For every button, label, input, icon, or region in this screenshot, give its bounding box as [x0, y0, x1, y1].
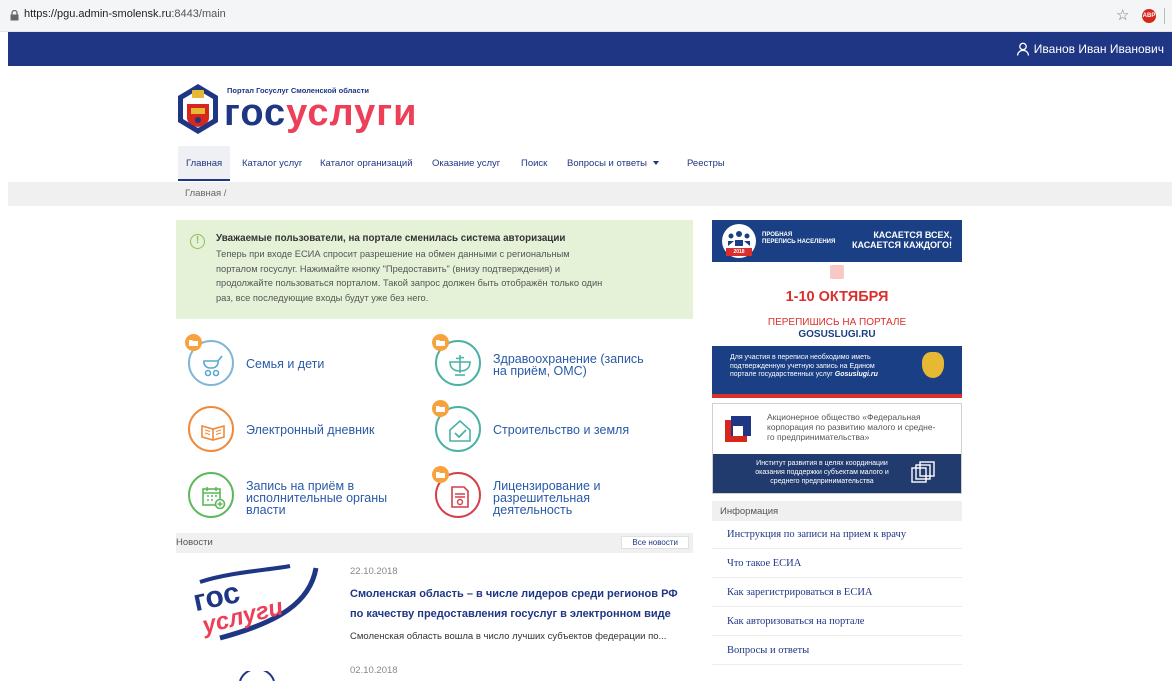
info-icon: !	[190, 234, 205, 249]
msp-subtitle: Институт развития в целях координации ока…	[755, 460, 889, 485]
folder-badge-icon	[432, 466, 449, 483]
category-label: Запись на приём в исполнительные органы вл…	[246, 479, 388, 517]
all-news-button[interactable]: Все новости	[621, 536, 689, 549]
breadcrumb-home[interactable]: Главная /	[185, 188, 226, 199]
nav-services-catalog[interactable]: Каталог услуг	[242, 146, 302, 181]
msp-title: Акционерное общество «Федеральная корпора…	[767, 412, 936, 442]
coat-of-arms-icon	[922, 352, 944, 378]
user-name: Иванов Иван Иванович	[1033, 42, 1164, 56]
census-logo-icon: 2018	[722, 224, 756, 258]
info-link-register-esia[interactable]: Как зарегистрироваться в ЕСИА	[712, 579, 962, 607]
census-banner-footer: Для участия в переписи необходимо иметь …	[712, 346, 962, 398]
category-construction[interactable]: Строительство и земля	[432, 398, 675, 454]
census-note: Для участия в переписи необходимо иметь …	[730, 354, 878, 378]
news-date: 22.10.2018	[350, 566, 398, 577]
nav-registries[interactable]: Реестры	[687, 146, 725, 181]
news-title-link[interactable]: Смоленская область – в числе лидеров сре…	[350, 584, 690, 624]
folder-badge-icon	[432, 334, 449, 351]
folder-badge-icon	[432, 400, 449, 417]
info-link-authorize[interactable]: Как авторизоваться на портале	[712, 608, 962, 636]
info-link-faq[interactable]: Вопросы и ответы	[712, 637, 962, 665]
msp-corporation-banner[interactable]: Акционерное общество «Федеральная корпора…	[712, 403, 962, 494]
browser-address-bar: https://pgu.admin-smolensk.ru:8443/main …	[0, 0, 1172, 32]
info-heading: Информация	[720, 506, 779, 517]
census-portal: GOSUSLUGI.RU	[798, 329, 876, 340]
adblock-extension-icon[interactable]: ABP	[1142, 9, 1156, 23]
site-logo[interactable]: Портал Госуслуг Смоленской области госус…	[174, 80, 424, 140]
category-appointment[interactable]: Запись на приём в исполнительные органы вл…	[188, 464, 428, 520]
category-healthcare[interactable]: Здравоохранение (запись на приём, ОМС)	[432, 332, 675, 388]
category-licensing[interactable]: Лицензирование и разрешительная деятельнос…	[432, 464, 675, 520]
category-label: Лицензирование и разрешительная деятельнос…	[493, 479, 601, 517]
census-banner-header: 2018 ПРОБНАЯ ПЕРЕПИСЬ НАСЕЛЕНИЯ КАСАЕТСЯ …	[712, 220, 962, 262]
census-banner[interactable]: 2018 ПРОБНАЯ ПЕРЕПИСЬ НАСЕЛЕНИЯ КАСАЕТСЯ …	[712, 220, 962, 398]
user-menu[interactable]: Иванов Иван Иванович	[1016, 32, 1164, 66]
folder-badge-icon	[185, 334, 202, 351]
nav-organizations-catalog[interactable]: Каталог организаций	[320, 146, 413, 181]
news-image[interactable]	[238, 667, 276, 682]
nav-service-delivery[interactable]: Оказание услуг	[432, 146, 500, 181]
category-e-diary[interactable]: Электронный дневник	[188, 398, 418, 454]
toolbar-divider	[1164, 8, 1165, 24]
news-lead: Смоленская область вошла в число лучших …	[350, 631, 667, 642]
category-label: Строительство и земля	[493, 423, 630, 437]
auth-notice: ! Уважаемые пользователи, на портале сме…	[176, 220, 693, 319]
census-prompt: ПЕРЕПИШИСЬ НА ПОРТАЛЕ	[767, 317, 907, 328]
nav-faq[interactable]: Вопросы и ответы	[567, 146, 660, 181]
smolensk-emblem-icon	[178, 84, 218, 134]
notice-title: Уважаемые пользователи, на портале смени…	[216, 233, 566, 244]
category-label: Семья и дети	[246, 357, 325, 371]
notice-text: Теперь при входе ЕСИА спросит разрешение…	[216, 249, 603, 303]
census-dates: 1-10 ОКТЯБРЯ	[785, 289, 889, 305]
info-link-what-is-esia[interactable]: Что такое ЕСИА	[712, 550, 962, 578]
chevron-down-icon	[653, 161, 660, 166]
calendar-add-icon	[188, 472, 234, 518]
user-icon	[1016, 42, 1029, 56]
news-header: Новости Все новости	[176, 533, 693, 553]
book-icon	[188, 406, 234, 452]
msp-logo-icon	[725, 416, 751, 442]
category-label: Электронный дневник	[246, 423, 375, 437]
breadcrumb: Главная /	[8, 182, 1172, 206]
news-heading: Новости	[176, 537, 213, 548]
nav-search[interactable]: Поиск	[521, 146, 547, 181]
census-title: ПРОБНАЯ ПЕРЕПИСЬ НАСЕЛЕНИЯ	[762, 232, 836, 245]
info-link-doctor-appointment[interactable]: Инструкция по записи на прием к врачу	[712, 521, 962, 549]
main-nav: Главная Каталог услуг Каталог организаци…	[8, 146, 1172, 181]
news-date: 02.10.2018	[350, 665, 398, 676]
layers-icon	[911, 461, 935, 483]
bookmark-star-icon[interactable]: ☆	[1116, 6, 1129, 24]
nav-home[interactable]: Главная	[178, 146, 231, 181]
lock-icon	[10, 10, 19, 21]
category-family[interactable]: Семья и дети	[185, 332, 418, 388]
census-slogan: КАСАЕТСЯ ВСЕХ, КАСАЕТСЯ КАЖДОГО!	[851, 230, 952, 250]
category-label: Здравоохранение (запись на приём, ОМС)	[493, 352, 644, 378]
url-field[interactable]: https://pgu.admin-smolensk.ru:8443/main	[24, 8, 226, 20]
info-header: Информация	[712, 501, 962, 521]
logo-wordmark: госуслуги	[224, 92, 418, 134]
top-bar: Иванов Иван Иванович	[8, 32, 1172, 66]
calendar-icon	[830, 265, 844, 279]
news-image-gosuslugi[interactable]: гос услуги	[190, 562, 330, 642]
